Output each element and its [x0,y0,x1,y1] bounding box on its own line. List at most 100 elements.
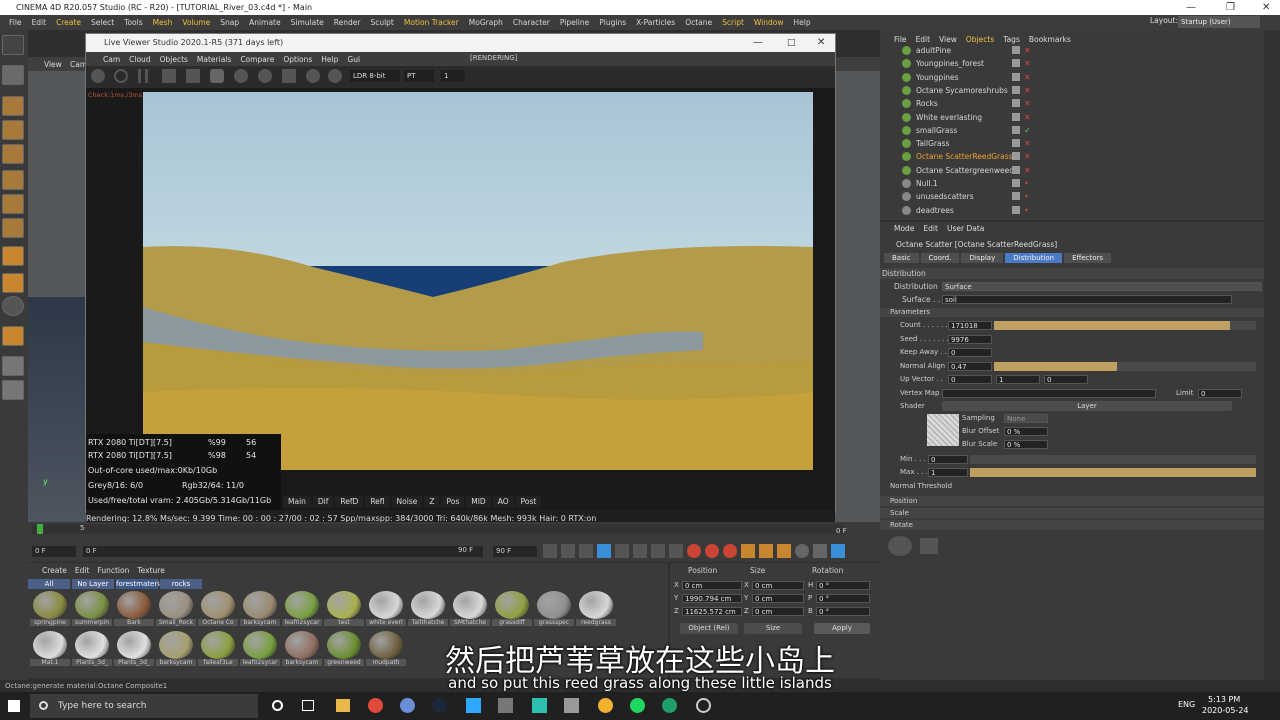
minimize-button[interactable]: — [1186,0,1196,15]
viewer-menu-compare[interactable]: Compare [240,55,274,64]
menu-item-sculpt[interactable]: Sculpt [365,18,398,27]
object-row[interactable]: adultPine ✕ [890,44,1256,57]
object-menu-tags[interactable]: Tags [1003,35,1020,44]
size-field[interactable]: 0 cm [752,594,804,603]
object-row[interactable]: deadtrees • [890,204,1256,217]
max-slider[interactable] [970,468,1256,477]
windows-start-icon[interactable] [8,700,20,712]
tag-icon[interactable] [1012,85,1020,94]
menu-item-file[interactable]: File [4,18,27,27]
close-button[interactable]: ✕ [1262,0,1270,15]
clock-date[interactable]: 2020-05-24 [1202,706,1249,715]
tag-icon[interactable] [1012,125,1020,134]
material-ball-icon[interactable] [234,69,248,83]
tab-basic[interactable]: Basic [884,253,919,263]
menu-item-window[interactable]: Window [749,18,789,27]
disabled-x-icon[interactable]: ✕ [1024,97,1031,110]
clay-icon[interactable] [328,69,342,83]
position-section[interactable]: Position [880,496,1264,506]
timeline-menu-icon[interactable] [831,544,845,558]
object-menu-objects[interactable]: Objects [966,35,994,44]
clock-time[interactable]: 5:13 PM [1208,695,1240,704]
tab-distribution[interactable]: Distribution [1005,253,1063,263]
polygons-mode-icon[interactable] [2,218,24,238]
rotation-field[interactable]: 0 ° [816,607,870,616]
param-key-icon[interactable] [795,544,809,558]
tag-icon[interactable] [1012,179,1020,187]
loop-icon[interactable] [651,544,665,558]
normalalign-field[interactable]: 0.47 [948,362,992,371]
object-row[interactable]: Youngpines_forest ✕ [890,57,1256,70]
help-icon[interactable] [888,536,912,556]
seed-field[interactable]: 9976 [948,335,992,344]
material-menu-function[interactable]: Function [97,566,129,575]
sampling-select[interactable]: None [1004,414,1048,423]
model-mode-icon[interactable] [2,96,24,116]
tag-icon[interactable] [1012,112,1020,121]
focus-icon[interactable] [186,69,200,83]
min-slider[interactable] [970,455,1256,464]
pass-tab-main[interactable]: Main [283,496,311,507]
viewer-minimize-button[interactable]: — [753,34,763,52]
menu-item-octane[interactable]: Octane [680,18,717,27]
upvector-x-field[interactable]: 0 [948,375,992,384]
material-thumbnail[interactable]: barksycam [240,591,280,629]
menu-item-tools[interactable]: Tools [119,18,147,27]
max-field[interactable]: 1 [928,468,968,477]
rotation-key-icon[interactable] [777,544,791,558]
normal-threshold-section[interactable]: Normal Threshold [890,482,952,490]
keyframe-selection-icon[interactable] [723,544,737,558]
object-menu-edit[interactable]: Edit [916,35,931,44]
vertexmap-field[interactable] [942,389,1156,398]
spotify-icon[interactable] [630,698,645,713]
distribution-select[interactable]: Surface [942,282,1262,291]
disabled-x-icon[interactable]: ✕ [1024,150,1031,163]
frame-range-slider[interactable]: 0 F [83,546,483,557]
apply-button[interactable]: Apply [814,623,870,634]
pass-tab-refl[interactable]: Refl [365,496,390,507]
workplane-icon[interactable] [2,144,24,164]
record-icon[interactable] [687,544,701,558]
cortana-icon[interactable] [272,700,283,711]
object-row[interactable]: White everlasting ✕ [890,111,1256,124]
app-icon[interactable] [696,698,711,713]
tab-coord[interactable]: Coord. [920,253,960,263]
material-thumbnail[interactable]: springpine [30,591,70,629]
material-menu-edit[interactable]: Edit [75,566,90,575]
attribute-menu-user-data[interactable]: User Data [947,224,984,233]
scatter-icon[interactable] [920,538,938,554]
ldr-mode-select[interactable]: LDR 8-bit [350,70,400,82]
attribute-menu-mode[interactable]: Mode [894,224,914,233]
slot-field[interactable]: 1 [441,70,465,82]
size-field[interactable]: 0 cm [752,607,804,616]
goto-start-icon[interactable] [543,544,557,558]
next-key-icon[interactable] [633,544,647,558]
language-indicator[interactable]: ENG [1178,700,1195,709]
texture-mode-icon[interactable] [2,120,24,140]
viewer-menu-cloud[interactable]: Cloud [129,55,150,64]
material-thumbnail[interactable]: Bark [114,591,154,629]
menu-item-simulate[interactable]: Simulate [286,18,329,27]
menu-item-script[interactable]: Script [717,18,749,27]
attribute-menu-edit[interactable]: Edit [923,224,938,233]
object-row[interactable]: Rocks ✕ [890,97,1256,110]
rotate-section[interactable]: Rotate [880,520,1264,530]
object-row[interactable]: TallGrass ✕ [890,137,1256,150]
material-filter-tab[interactable]: All [28,579,70,589]
material-thumbnail[interactable]: Octane Co [198,591,238,629]
material-thumbnail[interactable]: SMthatche [450,591,490,629]
object-row[interactable]: smallGrass ✓ [890,124,1256,137]
pass-tab-z[interactable]: Z [424,496,440,507]
move-tool-icon[interactable] [2,65,24,85]
menu-item-volume[interactable]: Volume [177,18,215,27]
viewer-menu-gui[interactable]: Gui [347,55,360,64]
cinema4d-icon[interactable] [400,698,415,713]
object-menu-bookmarks[interactable]: Bookmarks [1029,35,1071,44]
kernel-select[interactable]: PT [404,70,434,82]
next-frame-icon[interactable] [615,544,629,558]
tweak-icon[interactable] [2,273,24,293]
start-frame-field[interactable]: 0 F [32,546,76,557]
app-icon[interactable] [532,698,547,713]
snap-icon[interactable] [2,296,24,316]
enabled-check-icon[interactable]: ✓ [1024,124,1031,137]
